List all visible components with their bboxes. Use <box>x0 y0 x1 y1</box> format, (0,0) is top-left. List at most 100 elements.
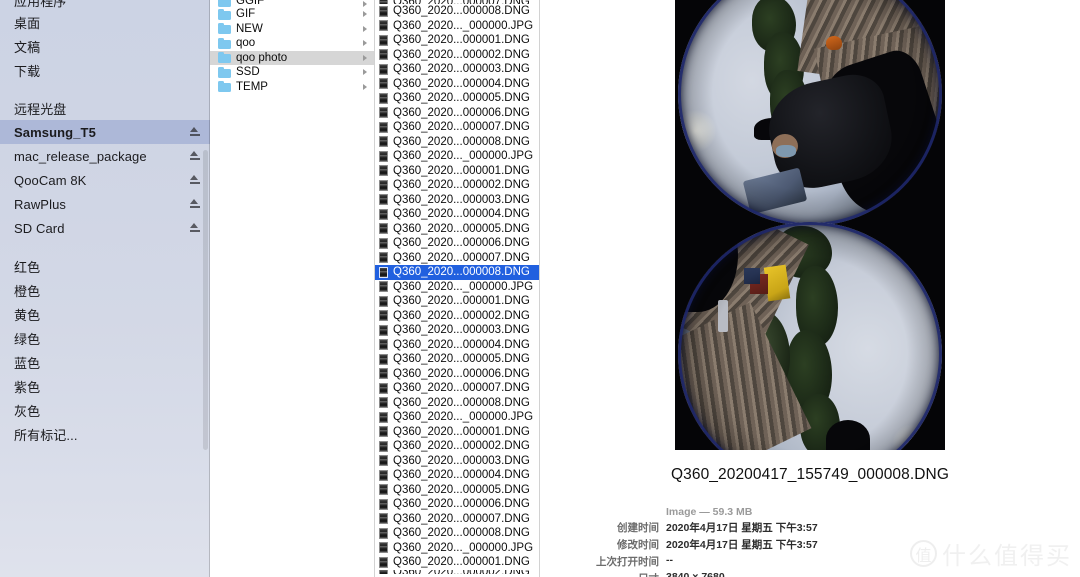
sidebar-item-device-4[interactable]: RawPlus <box>0 192 210 216</box>
sidebar-item-favorite-2[interactable]: 文稿 <box>0 34 210 58</box>
file-row[interactable]: Q360_2020...000002.DNG <box>375 309 539 324</box>
folder-name: qoo photo <box>236 51 288 64</box>
sidebar-item-label: mac_release_package <box>14 148 147 164</box>
sidebar-item-tag-6[interactable]: 灰色 <box>0 398 210 422</box>
column-view: GGIF GIF NEW qoo qoo photo SSD TEMP Q360_2020.… <box>210 0 1080 577</box>
file-name: Q360_2020...000004.DNG <box>393 338 530 351</box>
sidebar-item-favorite-3[interactable]: 下载 <box>0 58 210 82</box>
file-name: Q360_2020...000006.DNG <box>393 367 530 380</box>
sidebar-item-label: 下载 <box>14 63 41 79</box>
preview-pane: Q360_20200417_155749_000008.DNG Image — … <box>540 0 1080 577</box>
folder-row[interactable]: NEW <box>210 22 374 37</box>
file-row[interactable]: Q360_2020...000007.DNG <box>375 120 539 135</box>
file-name: Q360_2020...000004.DNG <box>393 208 530 221</box>
sidebar-scrollbar-thumb[interactable] <box>203 150 208 450</box>
file-row[interactable]: Q360_2020...000007.DNG <box>375 251 539 266</box>
file-row[interactable]: Q360_2020...000003.DNG <box>375 323 539 338</box>
file-row[interactable]: Q360_2020..._000000.JPG <box>375 410 539 425</box>
file-row[interactable]: Q360_2020...000001.DNG <box>375 33 539 48</box>
file-row[interactable]: Q360_2020...000004.DNG <box>375 338 539 353</box>
file-list: Q360_2020...000007.DNGQ360_2020...000008… <box>375 0 539 574</box>
file-name: Q360_2020...000003.DNG <box>393 63 530 76</box>
file-row[interactable]: Q360_2020...000004.DNG <box>375 207 539 222</box>
file-row[interactable]: Q360_2020...000006.DNG <box>375 106 539 121</box>
file-row[interactable]: Q360_2020...000007.DNG <box>375 381 539 396</box>
file-row[interactable]: Q360_2020...000006.DNG <box>375 367 539 382</box>
fisheye-lens-top <box>678 0 942 226</box>
sidebar-item-device-3[interactable]: QooCam 8K <box>0 168 210 192</box>
folder-row[interactable]: GIF <box>210 7 374 22</box>
folder-row[interactable]: qoo photo <box>210 50 374 65</box>
file-name: Q360_2020..._000000.JPG <box>393 541 534 554</box>
sidebar-devices-group: 远程光盘 Samsung_T5 mac_release_package QooCam … <box>0 96 210 240</box>
eject-icon[interactable] <box>189 198 200 210</box>
file-name: Q360_2020...000003.DNG <box>393 324 530 337</box>
file-row[interactable]: Q360_2020...000004.DNG <box>375 77 539 92</box>
sidebar-item-label: 远程光盘 <box>14 101 67 117</box>
file-row[interactable]: Q360_2020...000002.DNG <box>375 439 539 454</box>
eject-icon[interactable] <box>189 174 200 186</box>
sidebar-item-tag-1[interactable]: 橙色 <box>0 278 210 302</box>
file-row[interactable]: Q360_2020...000008.DNG <box>375 526 539 541</box>
file-row[interactable]: Q360_2020...000005.DNG <box>375 352 539 367</box>
file-row[interactable]: Q360_2020..._000000.JPG <box>375 280 539 295</box>
sidebar-item-label: QooCam 8K <box>14 172 87 188</box>
file-row[interactable]: Q360_2020...000008.DNG <box>375 396 539 411</box>
sidebar-item-tag-0[interactable]: 红色 <box>0 254 210 278</box>
file-row[interactable]: Q360_2020...000003.DNG <box>375 193 539 208</box>
sidebar-item-favorite-1[interactable]: 桌面 <box>0 10 210 34</box>
sidebar-item-label: 紫色 <box>14 379 41 395</box>
dng-file-icon <box>379 121 388 133</box>
dng-file-icon <box>379 49 388 61</box>
sidebar-item-tag-4[interactable]: 蓝色 <box>0 350 210 374</box>
file-row[interactable]: Q360_2020...000001.DNG <box>375 555 539 570</box>
file-row[interactable]: Q360_2020...000002.DNG <box>375 178 539 193</box>
file-row[interactable]: Q360_2020..._000000.JPG <box>375 19 539 34</box>
eject-icon[interactable] <box>189 126 200 138</box>
file-row[interactable]: Q360_2020..._000000.JPG <box>375 541 539 556</box>
dng-file-icon <box>379 368 388 380</box>
folder-row[interactable]: TEMP <box>210 80 374 95</box>
file-row[interactable]: Q360_2020...000001.DNG <box>375 164 539 179</box>
sidebar-item-favorite-0[interactable]: 应用程序 <box>0 0 210 10</box>
file-row[interactable]: Q360_2020...000006.DNG <box>375 236 539 251</box>
sidebar-scrollbar[interactable] <box>202 0 209 577</box>
sidebar-item-tag-3[interactable]: 绿色 <box>0 326 210 350</box>
file-row[interactable]: Q360_2020..._000000.JPG <box>375 149 539 164</box>
meta-value: 2020年4月17日 星期五 下午3:57 <box>666 522 818 534</box>
sidebar-item-tag-5[interactable]: 紫色 <box>0 374 210 398</box>
dng-file-icon <box>379 237 388 249</box>
sidebar-item-tag-2[interactable]: 黄色 <box>0 302 210 326</box>
file-row[interactable]: Q360_2020...000007.DNG <box>375 0 539 4</box>
file-row[interactable]: Q360_2020...000003.DNG <box>375 454 539 469</box>
file-row[interactable]: Q360_2020...000002.DNG <box>375 48 539 63</box>
dng-file-icon <box>379 179 388 191</box>
file-row[interactable]: Q360_2020...000005.DNG <box>375 91 539 106</box>
sidebar-item-device-0[interactable]: 远程光盘 <box>0 96 210 120</box>
file-row[interactable]: Q360_2020...000008.DNG <box>375 4 539 19</box>
folder-name: GIF <box>236 8 256 21</box>
file-row[interactable]: Q360_2020...000008.DNG <box>375 135 539 150</box>
file-row[interactable]: Q360_2020...000004.DNG <box>375 468 539 483</box>
folder-row[interactable]: qoo <box>210 36 374 51</box>
file-row[interactable]: Q360_2020...000005.DNG <box>375 483 539 498</box>
file-row[interactable]: Q360_2020...000005.DNG <box>375 222 539 237</box>
file-row[interactable]: Q360_2020...000002.DNG <box>375 569 539 574</box>
sidebar-item-tag-7[interactable]: 所有标记... <box>0 422 210 446</box>
folder-icon <box>218 23 231 35</box>
sidebar-item-device-2[interactable]: mac_release_package <box>0 144 210 168</box>
folder-row[interactable]: SSD <box>210 65 374 80</box>
sidebar-item-device-1[interactable]: Samsung_T5 <box>0 120 210 144</box>
file-row[interactable]: Q360_2020...000007.DNG <box>375 512 539 527</box>
file-row[interactable]: Q360_2020...000008.DNG <box>375 265 539 280</box>
eject-icon[interactable] <box>189 222 200 234</box>
sidebar-item-device-5[interactable]: SD Card <box>0 216 210 240</box>
sidebar-item-label: 文稿 <box>14 39 41 55</box>
eject-icon[interactable] <box>189 150 200 162</box>
file-row[interactable]: Q360_2020...000003.DNG <box>375 62 539 77</box>
file-row[interactable]: Q360_2020...000006.DNG <box>375 497 539 512</box>
file-row[interactable]: Q360_2020...000001.DNG <box>375 425 539 440</box>
file-row[interactable]: Q360_2020...000001.DNG <box>375 294 539 309</box>
folder-row[interactable]: GGIF <box>210 0 374 7</box>
dng-file-icon <box>379 252 388 264</box>
